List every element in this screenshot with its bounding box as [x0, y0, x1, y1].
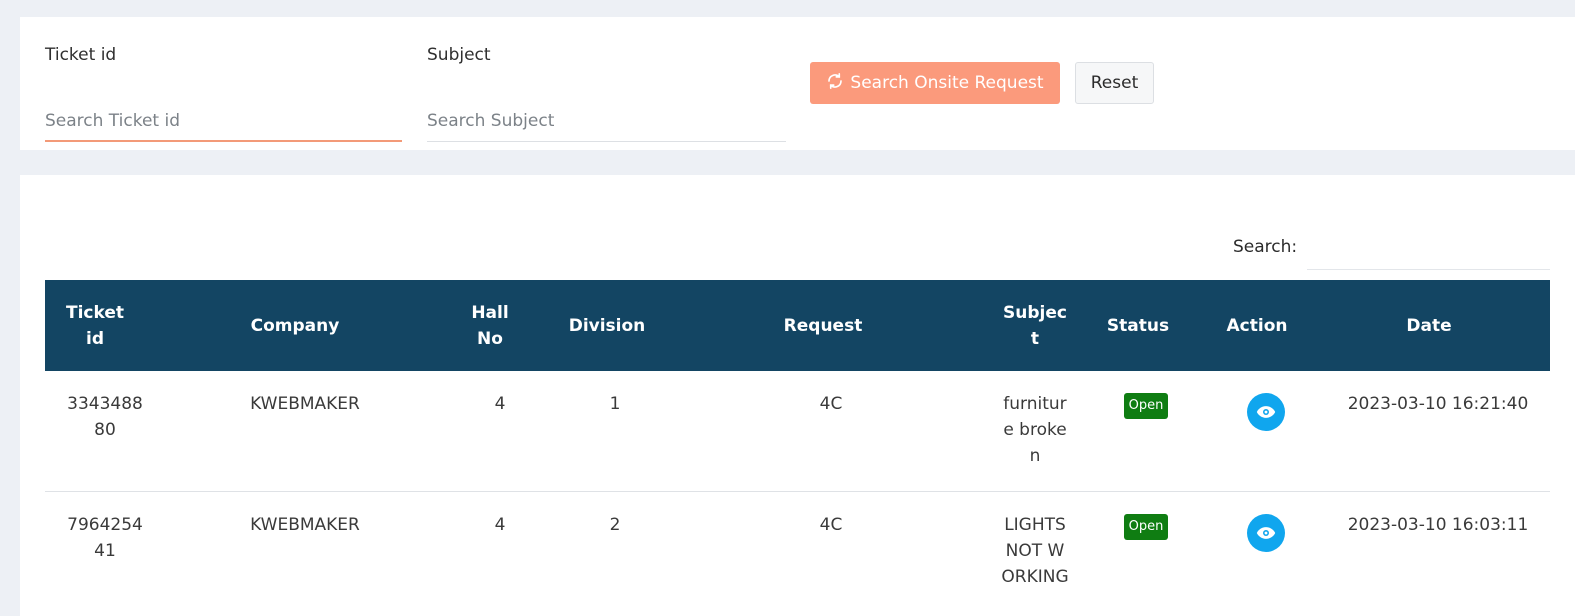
ticket-id-input[interactable]: [45, 101, 402, 142]
subject-input[interactable]: [427, 101, 786, 142]
cell-company: KWEBMAKER: [250, 394, 360, 414]
search-onsite-request-button[interactable]: Search Onsite Request: [810, 62, 1060, 104]
cell-ticket-id: 796425441: [67, 515, 143, 561]
header-request[interactable]: Request: [745, 280, 901, 371]
header-ticket-id[interactable]: Ticket id: [45, 280, 145, 371]
header-status[interactable]: Status: [1098, 280, 1178, 371]
status-badge: Open: [1123, 514, 1169, 540]
header-division[interactable]: Division: [557, 280, 657, 371]
table-search-input[interactable]: [1307, 231, 1550, 270]
cell-company: KWEBMAKER: [250, 515, 360, 535]
view-button[interactable]: [1247, 514, 1285, 552]
status-cell: Open: [1106, 391, 1186, 419]
cell-subject: furniture broken: [1003, 394, 1067, 466]
reset-button[interactable]: Reset: [1075, 62, 1154, 104]
status-badge: Open: [1123, 393, 1169, 419]
table-row: 796425441 KWEBMAKER 4 2 4C LIGHTS NOT WO…: [45, 492, 1550, 616]
eye-icon: [1256, 527, 1276, 539]
refresh-icon: [826, 72, 844, 95]
eye-icon: [1256, 406, 1276, 418]
ticket-id-label: Ticket id: [45, 45, 117, 65]
requests-table-panel: Search: Ticket id Company Hall No Divisi…: [20, 175, 1575, 616]
filter-panel: Ticket id Subject Search Onsite Request …: [20, 17, 1575, 150]
status-cell: Open: [1106, 512, 1186, 540]
cell-request: 4C: [819, 394, 843, 414]
cell-division: 1: [609, 394, 621, 414]
table-row: 334348880 KWEBMAKER 4 1 4C furniture bro…: [45, 371, 1550, 492]
table-search-label: Search:: [1233, 237, 1298, 257]
cell-division: 2: [609, 515, 621, 535]
header-company[interactable]: Company: [195, 280, 395, 371]
search-button-label: Search Onsite Request: [850, 73, 1044, 93]
cell-subject: LIGHTS NOT WORKING: [1001, 515, 1069, 587]
header-subject[interactable]: Subject: [1000, 280, 1070, 371]
header-date[interactable]: Date: [1335, 280, 1523, 371]
header-hall-no[interactable]: Hall No: [465, 280, 515, 371]
header-action: Action: [1226, 315, 1288, 336]
cell-hall-no: 4: [494, 394, 506, 414]
cell-date: 2023-03-10 16:21:40: [1347, 394, 1529, 414]
cell-date: 2023-03-10 16:03:11: [1347, 515, 1529, 535]
cell-request: 4C: [819, 515, 843, 535]
view-button[interactable]: [1247, 393, 1285, 431]
cell-hall-no: 4: [494, 515, 506, 535]
subject-label: Subject: [427, 45, 491, 65]
table-header: Ticket id Company Hall No Division Reque…: [45, 280, 1550, 371]
cell-ticket-id: 334348880: [67, 394, 143, 440]
